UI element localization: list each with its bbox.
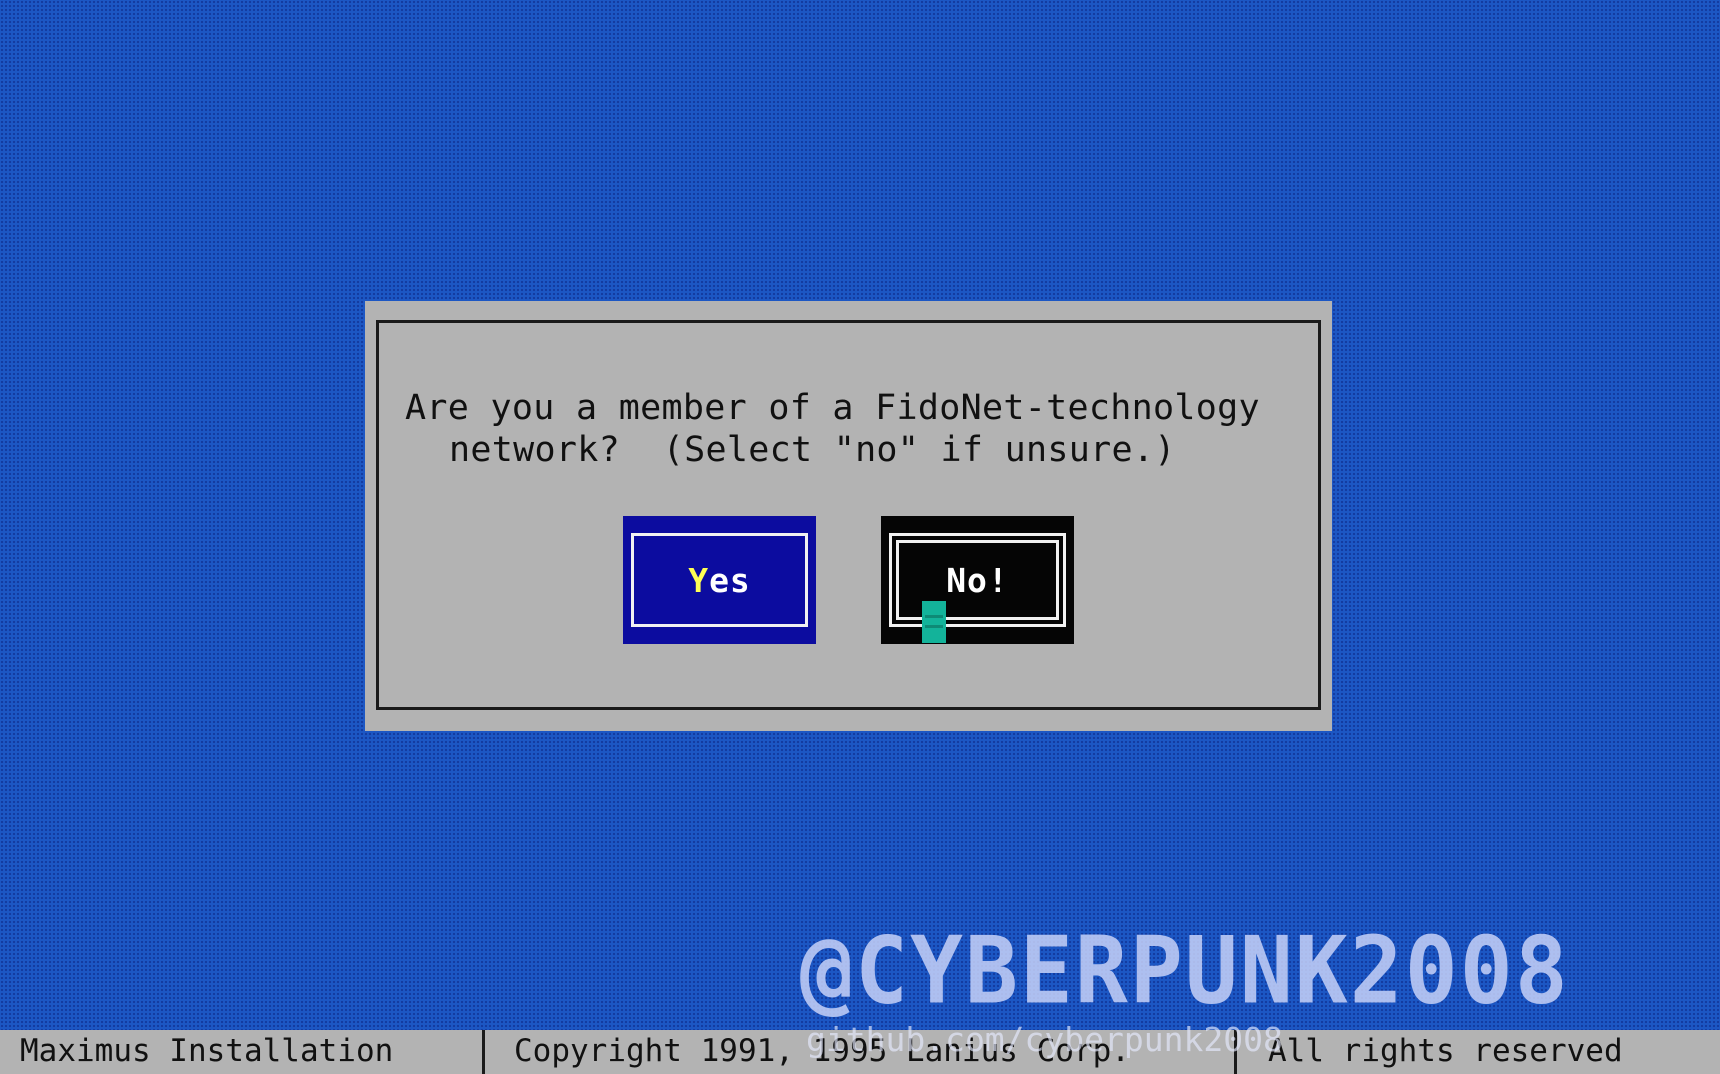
no-button-frame: No!	[889, 533, 1066, 627]
watermark-logo: @CYBERPUNK2008	[800, 916, 1570, 1025]
yes-button-label: Yes	[688, 561, 751, 600]
confirm-dialog: Are you a member of a FidoNet-technology…	[365, 301, 1332, 731]
dialog-message-line-1: Are you a member of a FidoNet-technology	[405, 388, 1260, 428]
yes-button-frame: Yes	[631, 533, 808, 627]
yes-hotkey: Y	[688, 560, 710, 600]
status-rights: All rights reserved	[1268, 1033, 1623, 1069]
yes-button[interactable]: Yes	[623, 516, 816, 644]
no-button-label: No!	[946, 560, 1009, 600]
no-button[interactable]: No!	[881, 516, 1074, 644]
mouse-cursor-icon	[922, 601, 946, 643]
desktop-background: Are you a member of a FidoNet-technology…	[0, 0, 1720, 1074]
dialog-frame	[376, 320, 1321, 710]
status-app-name: Maximus Installation	[20, 1033, 394, 1069]
yes-label-rest: es	[709, 560, 751, 600]
watermark-url: github.com/cyberpunk2008	[806, 1020, 1283, 1059]
dialog-message-line-2: network? (Select "no" if unsure.)	[449, 430, 1176, 470]
dialog-message: Are you a member of a FidoNet-technology…	[405, 387, 1305, 471]
status-divider	[482, 1030, 485, 1074]
